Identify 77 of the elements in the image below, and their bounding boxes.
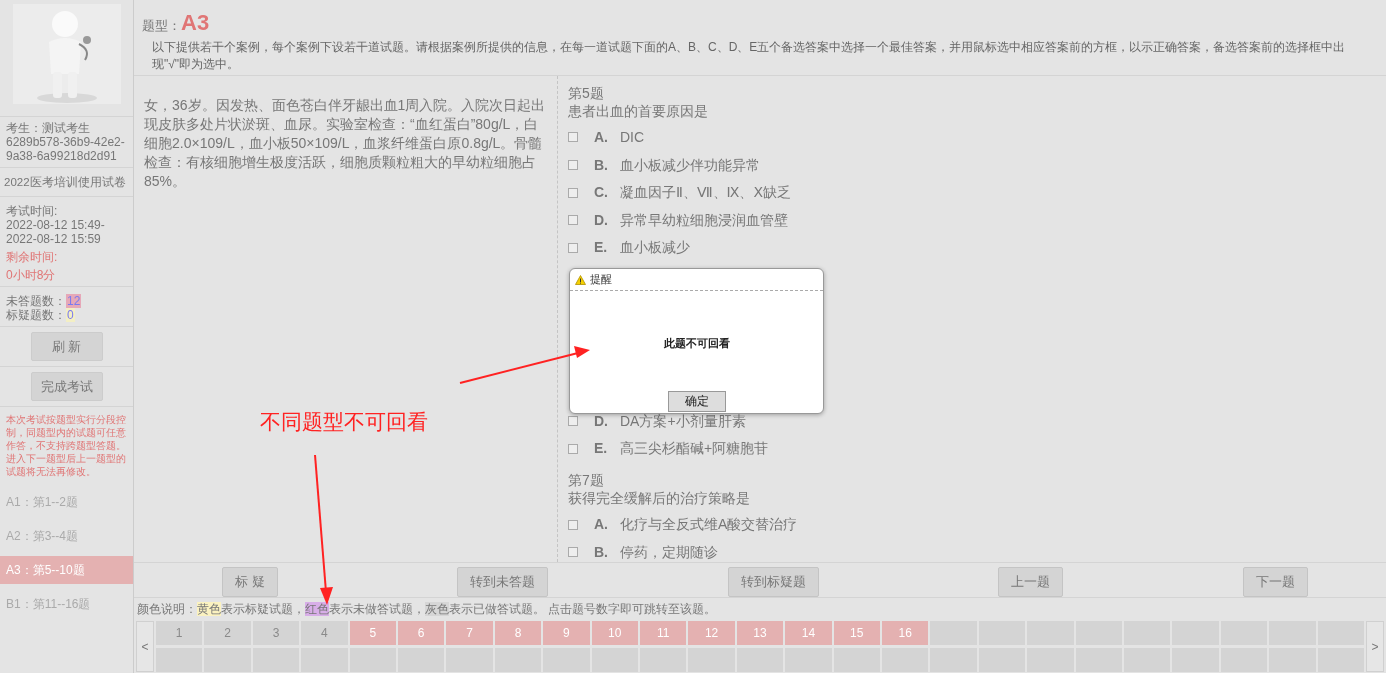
option-letter: A. — [594, 515, 609, 535]
checkbox[interactable] — [568, 444, 578, 454]
remaining-time: 0小时8分 — [6, 268, 57, 282]
question-number-cell[interactable]: 8 — [494, 621, 542, 645]
option-letter: C. — [594, 183, 609, 203]
question-number-cell[interactable]: 6 — [398, 621, 445, 645]
flagged-count-label: 标疑题数： — [6, 308, 66, 322]
question-number-cell[interactable]: 10 — [591, 621, 638, 645]
next-page-button[interactable]: > — [1366, 621, 1384, 672]
question-number-cell[interactable]: 4 — [301, 621, 348, 645]
unanswered-count-label: 未答题数： — [6, 294, 66, 308]
question-number-cell[interactable]: 5 — [349, 621, 396, 645]
dialog-message: 此题不可回看 — [662, 336, 731, 351]
dialog-title: 提醒 — [590, 272, 612, 288]
remaining-label: 剩余时间: — [6, 250, 59, 264]
checkbox[interactable] — [568, 132, 578, 143]
option-letter: E. — [594, 238, 609, 258]
option-letter: B. — [594, 155, 609, 175]
option-text: 停药，定期随诊 — [620, 542, 718, 562]
color-legend: 颜色说明：黄色表示标疑试题，红色表示未做答试题，灰色表示已做答试题。 点击题号数字即可跳转至该题。 — [134, 598, 1386, 620]
option-letter: A. — [594, 127, 609, 147]
option-letter: B. — [594, 542, 609, 562]
question-number-cell[interactable]: 16 — [882, 621, 929, 645]
option-letter: D. — [594, 210, 609, 230]
question-number-cell[interactable]: 1 — [156, 621, 203, 645]
ok-button[interactable]: 确定 — [667, 390, 726, 412]
option-letter: D. — [594, 411, 609, 431]
option-text: 异常早幼粒细胞浸润血管壁 — [620, 210, 788, 230]
instructions: 以下提供若干个案例，每个案例下设若干道试题。请根据案例所提供的信息，在每一道试题下面的A、B、C、D、E五个备选答案中选择一个最佳答案，并用鼠标选中相应答案前的方框，以示正确答案，备选答案前的选择框中出现"√"即为选中。 — [151, 39, 1347, 73]
option-text: DIC — [620, 127, 645, 147]
question-number: 第7题 — [568, 470, 605, 489]
option-text: 化疗与全反式维A酸交替治疗 — [620, 515, 798, 535]
finish-exam-button[interactable]: 完成考试 — [30, 372, 103, 401]
unanswered-count: 12 — [66, 294, 82, 308]
checkbox[interactable] — [568, 242, 578, 253]
question-number-cell[interactable]: 9 — [543, 621, 590, 645]
question-number: 第5题 — [568, 83, 605, 102]
exam-time-label: 考试时间: — [6, 204, 59, 218]
checkbox[interactable] — [568, 160, 578, 170]
question-number-cell[interactable]: 14 — [785, 621, 832, 645]
question-number-cell[interactable]: 13 — [736, 621, 784, 645]
exam-notice: 本次考试按题型实行分段控制，同题型内的试题可任意作答，不支持跨题型答题。进入下一题型后上一题型的试题将无法再修改。 — [5, 413, 127, 479]
option-text: 血小板减少 — [620, 238, 690, 258]
candidate-name: 考生：测试考生 — [6, 121, 91, 135]
question-text: 患者出血的首要原因是 — [568, 101, 709, 120]
question-number-cell[interactable]: 2 — [204, 621, 251, 645]
checkbox[interactable] — [568, 215, 578, 226]
question-text: 获得完全缓解后的治疗策略是 — [568, 488, 751, 507]
question-type: A3 — [181, 9, 210, 37]
candidate-id: 6289b578-36b9-42e2-9a38-6a99218d2d91 — [6, 135, 126, 163]
exam-time-end: 2022-08-12 15:59 — [6, 232, 102, 246]
question-number-cell[interactable]: 7 — [446, 621, 493, 645]
previous-page-button[interactable]: < — [136, 621, 154, 672]
option-text: 血小板减少伴功能异常 — [620, 155, 760, 175]
checkbox[interactable] — [568, 416, 578, 427]
flagged-count: 0 — [66, 308, 75, 322]
warning-icon — [575, 274, 586, 285]
section-item[interactable]: A3：第5--10题 — [0, 556, 133, 584]
option-text: 高三尖杉酯碱+阿糖胞苷 — [620, 439, 769, 459]
option-text: DA方案+小剂量肝素 — [620, 411, 746, 431]
checkbox[interactable] — [568, 187, 578, 198]
question-number-cell[interactable]: 3 — [252, 621, 300, 645]
flagged-button[interactable]: 转到标疑题 — [727, 567, 819, 597]
question-number-cell[interactable]: 11 — [640, 621, 687, 645]
option-text: 凝血因子Ⅱ、Ⅶ、Ⅸ、Ⅹ缺乏 — [620, 183, 791, 203]
question-number-cell[interactable]: 15 — [833, 621, 880, 645]
annotation-text: 不同题型不可回看 — [260, 409, 428, 435]
unanswered-button[interactable]: 转到未答题 — [457, 567, 549, 597]
paper-title: 2022医考培训使用试卷 — [4, 175, 127, 189]
exam-time-start: 2022-08-12 15:49- — [6, 218, 106, 232]
question-type-label: 题型： — [142, 17, 181, 35]
flag-button[interactable]: 标 疑 — [222, 567, 278, 597]
checkbox[interactable] — [568, 547, 578, 558]
option-letter: E. — [594, 439, 609, 459]
refresh-button[interactable]: 刷 新 — [30, 332, 103, 361]
question-number-cell[interactable]: 12 — [688, 621, 735, 645]
checkbox[interactable] — [568, 519, 578, 530]
